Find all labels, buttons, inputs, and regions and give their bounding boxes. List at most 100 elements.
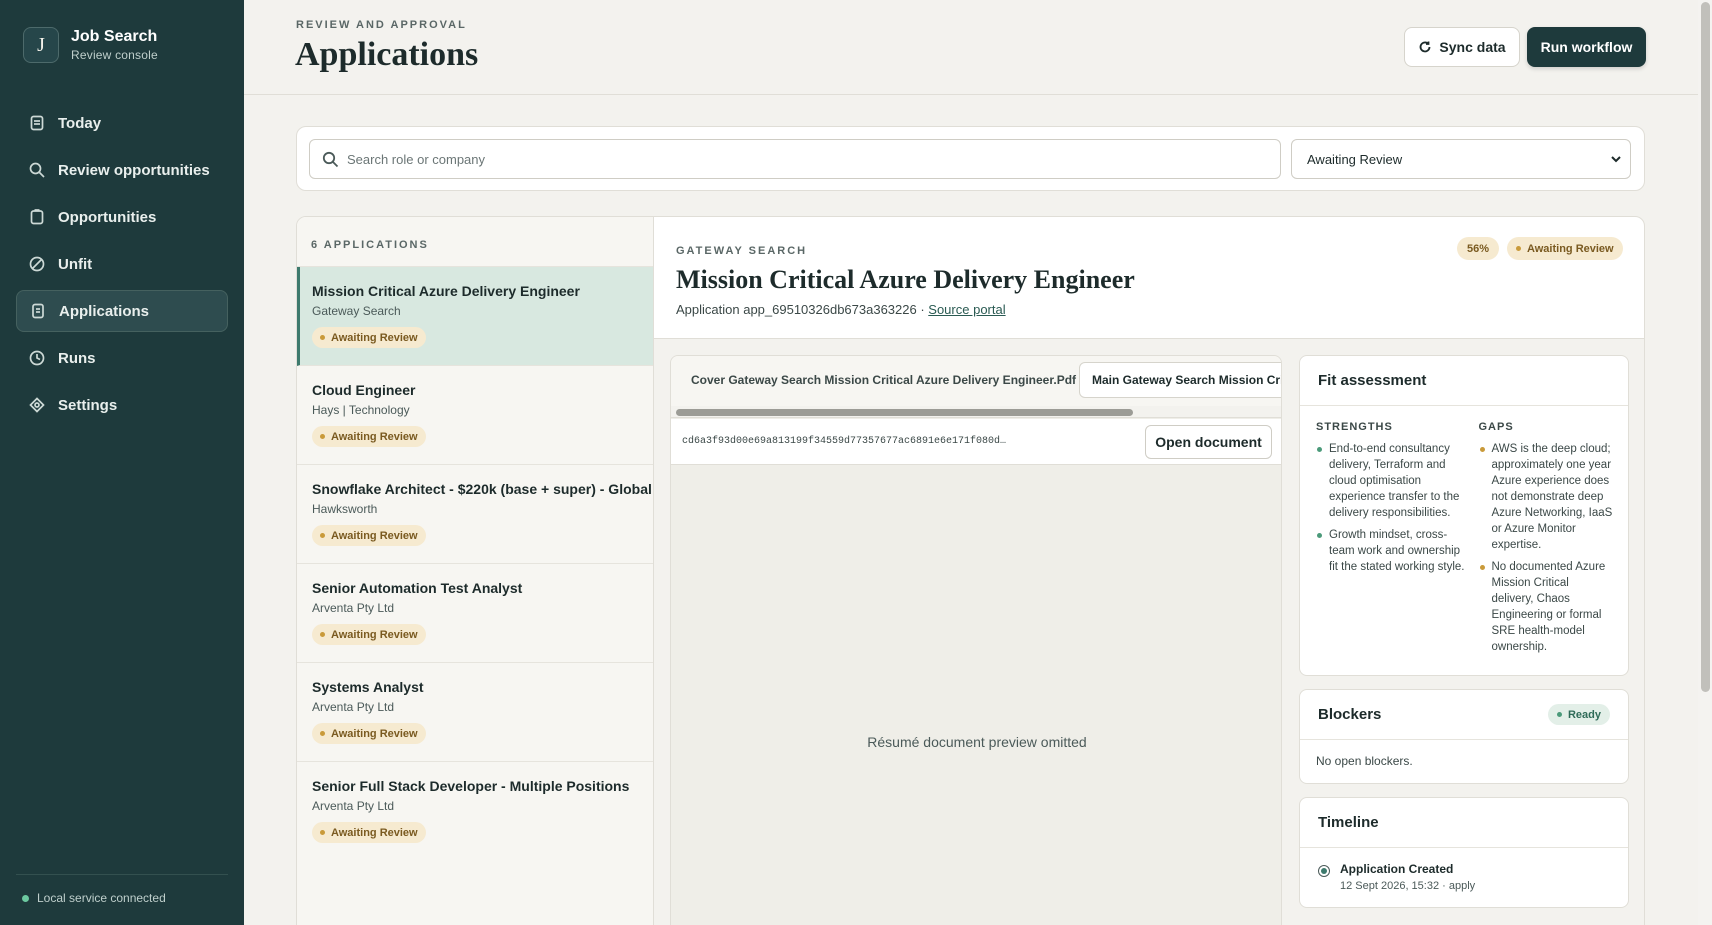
blockers-title: Blockers [1318,706,1382,723]
detail-title: Mission Critical Azure Delivery Engineer [676,265,1135,294]
chevron-down-icon [1610,153,1622,165]
clock-icon [28,349,46,367]
application-detail-header: GATEWAY SEARCH Mission Critical Azure De… [654,217,1644,339]
tabs-scrollbar [671,406,1281,418]
sidebar-item-label: Settings [58,396,118,414]
tab-main-resume[interactable]: Main Gateway Search Mission Critical Azu… [1079,362,1281,398]
page-title: Applications [295,36,479,73]
application-company: Arventa Pty Ltd [312,601,395,615]
document-toolbar: cd6a3f93d00e69a813199f34559d77357677ac68… [671,419,1281,465]
application-title: Senior Full Stack Developer - Multiple P… [312,778,630,794]
sync-data-button[interactable]: Sync data [1404,27,1520,67]
sidebar-item-opportunities[interactable]: Opportunities [16,196,228,238]
filter-bar: Awaiting Review [296,126,1645,191]
application-company: Arventa Pty Ltd [312,700,395,714]
fit-assessment-title: Fit assessment [1318,372,1427,389]
page-header: REVIEW AND APPROVAL Applications Sync da… [244,0,1698,95]
applications-list: 6 APPLICATIONS Mission Critical Azure De… [297,217,654,925]
status-filter-value: Awaiting Review [1307,151,1403,167]
fit-score-badge: 56% [1457,237,1500,260]
search-icon [322,151,339,167]
run-workflow-button[interactable]: Run workflow [1527,27,1646,67]
brand: J Job Search Review console [23,27,158,63]
status-badge-label: Awaiting Review [331,331,418,344]
sidebar-item-label: Today [58,114,102,132]
application-title: Mission Critical Azure Delivery Engineer [312,283,580,299]
list-item[interactable]: Senior Automation Test Analyst Arventa P… [297,564,653,663]
strengths-list: End-to-end consultancy delivery, Terrafo… [1316,441,1465,575]
timeline-title: Timeline [1318,814,1379,831]
source-portal-link[interactable]: Source portal [928,302,1005,317]
sidebar-item-today[interactable]: Today [16,102,228,144]
sidebar-item-review-opportunities[interactable]: Review opportunities [16,149,228,191]
search-field[interactable] [309,139,1281,179]
tabs-scrollbar-thumb[interactable] [676,409,1133,416]
strength-item: Growth mindset, cross-team work and owne… [1316,527,1465,575]
application-detail-body: Cover Gateway Search Mission Critical Az… [654,339,1644,925]
ready-badge: Ready [1547,704,1610,725]
list-item[interactable]: Cloud Engineer Hays | Technology Awaitin… [297,366,653,465]
list-item[interactable]: Systems Analyst Arventa Pty Ltd Awaiting… [297,663,653,762]
gaps-label: GAPS [1478,421,1514,433]
sidebar-item-unfit[interactable]: Unfit [16,243,228,285]
list-item[interactable]: Snowflake Architect - $220k (base + supe… [297,465,653,564]
status-filter-select[interactable]: Awaiting Review [1291,139,1631,179]
blockers-text: No open blockers. [1316,754,1413,768]
ban-icon [28,255,46,273]
diamond-icon [28,396,46,414]
refresh-icon [1420,41,1431,53]
sidebar-item-label: Applications [59,302,150,320]
status-badge-label: Awaiting Review [331,727,418,740]
status-badge: Awaiting Review [312,327,426,348]
detail-company: GATEWAY SEARCH [676,245,808,257]
application-title: Cloud Engineer [312,382,416,398]
calendar-icon [28,114,46,132]
sidebar-item-label: Opportunities [58,208,157,226]
sidebar-item-label: Runs [58,349,96,367]
status-badge-label: Awaiting Review [331,826,418,839]
applications-count: 6 APPLICATIONS [297,217,653,267]
document-icon [29,302,47,320]
list-item[interactable]: Mission Critical Azure Delivery Engineer… [297,267,653,366]
timeline-dot-icon [1318,865,1330,877]
application-meta: Application app_69510326db673a363226 · S… [676,302,1006,317]
status-badge: Awaiting Review [312,426,426,447]
status-dot-icon [22,894,29,902]
fit-assessment-card: Fit assessment STRENGTHS End-to-end cons… [1299,355,1629,676]
sidebar-item-settings[interactable]: Settings [16,384,228,426]
application-title: Snowflake Architect - $220k (base + supe… [312,481,652,497]
connection-status-label: Local service connected [37,891,166,905]
search-icon [28,161,46,179]
application-company: Hawksworth [312,502,378,516]
tab-cover-letter[interactable]: Cover Gateway Search Mission Critical Az… [679,362,1088,398]
application-id: Application app_69510326db673a363226 · [676,302,929,317]
sidebar-item-label: Unfit [58,255,93,273]
sidebar: J Job Search Review console Today Review… [0,0,244,925]
page-scrollbar [1698,0,1712,925]
status-badge-label: Awaiting Review [331,628,418,641]
status-badge: Awaiting Review [312,525,426,546]
sidebar-nav: Today Review opportunities Opportunities… [16,102,228,431]
status-badge-label: Awaiting Review [331,529,418,542]
status-badge-label: Awaiting Review [331,430,418,443]
open-document-button[interactable]: Open document [1145,425,1272,459]
search-input[interactable] [347,151,1247,167]
timeline-event-meta: 12 Sept 2026, 15:32 · apply [1340,880,1476,892]
list-item[interactable]: Senior Full Stack Developer - Multiple P… [297,762,653,861]
assessment-column: Fit assessment STRENGTHS End-to-end cons… [1299,355,1629,921]
sidebar-item-applications[interactable]: Applications [16,290,228,332]
gap-item: AWS is the deep cloud; approximately one… [1479,441,1614,553]
status-badge: Awaiting Review [312,822,426,843]
applications-panel: 6 APPLICATIONS Mission Critical Azure De… [296,216,1645,925]
document-preview-text: Résumé document preview omitted [867,734,1087,750]
brand-logo: J [23,27,59,63]
document-hash: cd6a3f93d00e69a813199f34559d77357677ac68… [682,436,1007,447]
status-badge: Awaiting Review [312,624,426,645]
sidebar-item-runs[interactable]: Runs [16,337,228,379]
strength-item: End-to-end consultancy delivery, Terrafo… [1316,441,1465,521]
status-badge: Awaiting Review [1507,237,1623,260]
page-eyebrow: REVIEW AND APPROVAL [296,19,467,31]
application-company: Gateway Search [312,304,401,318]
page-scrollbar-thumb[interactable] [1701,2,1710,692]
timeline-card: Timeline Application Created 12 Sept 202… [1299,797,1629,908]
